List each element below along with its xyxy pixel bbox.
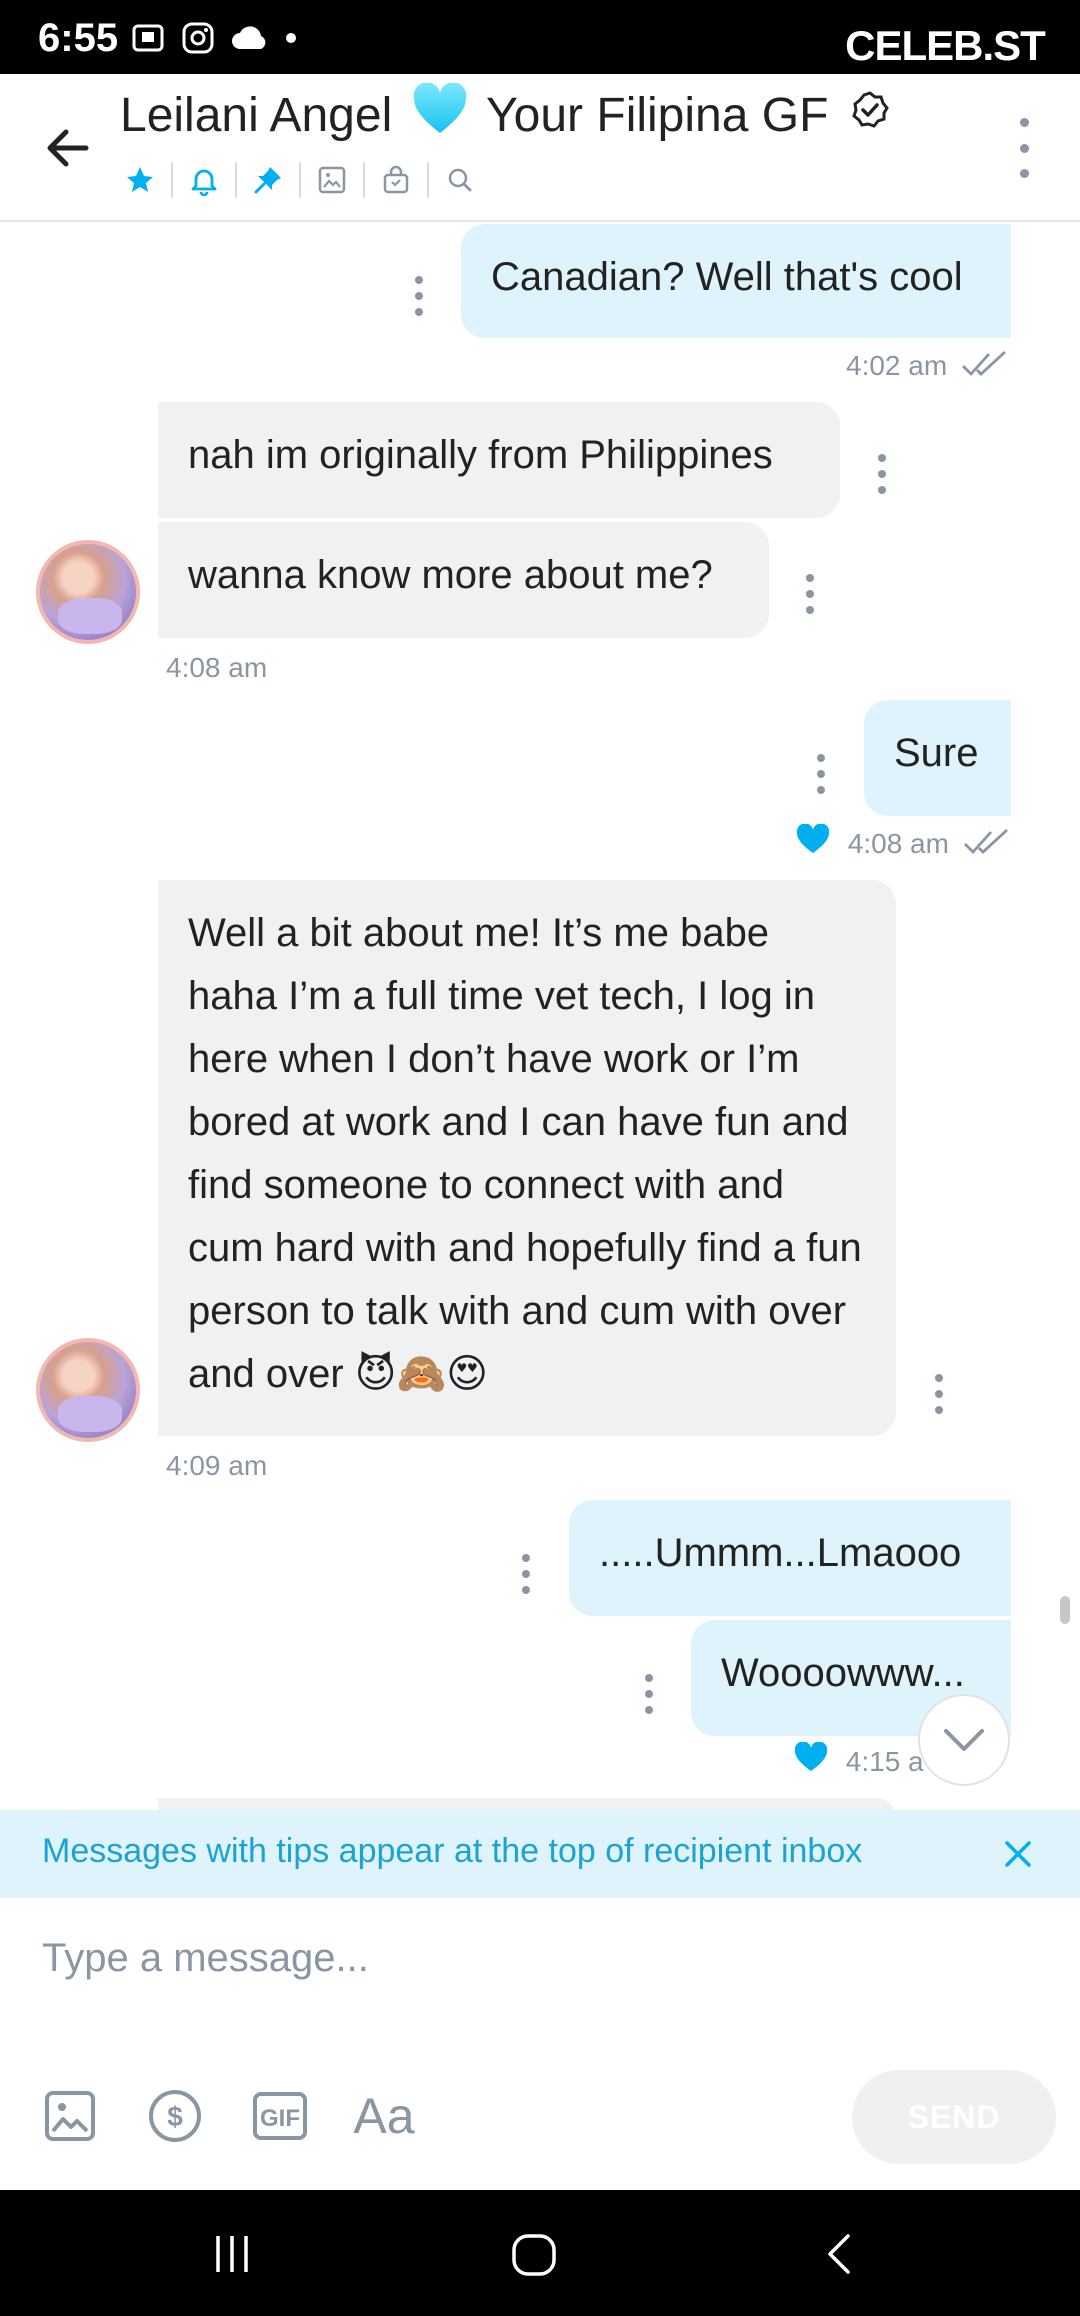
message-text: Canadian? Well that's cool [491,255,963,299]
gif-button[interactable]: GIF [248,2084,312,2148]
message-text: Sure [894,731,979,775]
instagram-icon [180,20,216,61]
system-nav-bar [0,2190,1080,2316]
outgoing-message[interactable]: Canadian? Well that's cool [461,224,1011,338]
svg-text:$: $ [167,2101,183,2132]
more-options-icon[interactable] [1014,118,1034,178]
message-options-icon[interactable] [519,1554,533,1594]
close-icon [1005,1841,1031,1867]
avatar[interactable] [36,540,140,644]
incoming-message[interactable]: wanna know more about me? [158,522,769,638]
heart-icon [796,823,830,861]
message-composer: $ GIF Aa SEND [0,1898,1080,2190]
message-timestamp: 4:02 am [846,350,1009,385]
message-text: .....Ummm...Lmaooo [599,1531,962,1575]
arrow-left-icon [47,129,89,167]
divider [427,162,429,198]
clock: 6:55 [38,16,119,60]
divider [235,162,237,198]
send-button[interactable]: SEND [852,2070,1056,2164]
message-timestamp: 4:08 am [166,652,267,684]
header-action-tabs [120,160,480,200]
message-timestamp: 4:15 a [794,1741,924,1779]
image-icon[interactable] [312,160,352,200]
message-input[interactable] [42,1928,1022,1988]
message-text: nah im originally from Philippines [188,433,773,477]
outgoing-message[interactable]: .....Ummm...Lmaooo [569,1500,1011,1616]
lock-bag-icon[interactable] [376,160,416,200]
pin-icon[interactable] [248,160,288,200]
message-options-icon[interactable] [642,1674,656,1714]
chat-header: Leilani Angel Your Filipina GF [0,74,1080,222]
heart-icon [794,1741,828,1779]
timestamp-text: 4:09 am [166,1450,268,1481]
divider [299,162,301,198]
star-icon[interactable] [120,160,160,200]
back-button[interactable] [40,120,100,176]
double-check-icon [963,828,1011,863]
double-check-icon [961,350,1009,385]
image-icon [45,2091,95,2141]
svg-text:GIF: GIF [260,2105,300,2132]
scroll-to-bottom-button[interactable] [918,1694,1010,1786]
verified-icon [850,87,890,142]
message-text: wanna know more about me? [188,553,713,597]
message-options-icon[interactable] [803,574,817,614]
timestamp-text: 4:02 am [846,350,948,381]
contact-name-text: Leilani Angel [120,89,393,142]
incoming-message[interactable]: Well a bit about me! It’s me babe haha I… [158,880,896,1436]
contact-name[interactable]: Leilani Angel Your Filipina GF [120,82,890,147]
bell-icon[interactable] [184,160,224,200]
contact-name-suffix: Your Filipina GF [486,89,829,142]
search-icon[interactable] [440,160,480,200]
recent-apps-icon[interactable] [210,2228,254,2280]
send-tip-button[interactable]: $ [143,2084,207,2148]
cloud-icon [230,23,270,58]
screenshot-icon [130,20,166,61]
status-icons [130,20,298,61]
light-blue-heart-icon [412,82,468,147]
incoming-message[interactable]: nah im originally from Philippines [158,402,840,518]
timestamp-text: 4:08 am [847,828,949,859]
message-options-icon[interactable] [814,754,828,794]
dot-icon [284,31,298,50]
divider [363,162,365,198]
outgoing-message[interactable]: Sure [864,700,1011,816]
timestamp-text: 4:15 a [845,1746,924,1777]
gif-icon: GIF [253,2092,307,2140]
message-options-icon[interactable] [875,454,889,494]
home-icon[interactable] [510,2228,558,2280]
avatar[interactable] [36,1338,140,1442]
message-list[interactable]: Canadian? Well that's cool 4:02 am nah i… [0,222,1080,1810]
close-banner-button[interactable] [998,1834,1038,1874]
incoming-message-partial[interactable] [158,1798,896,1810]
message-timestamp: 4:08 am [796,823,1011,863]
message-text: Well a bit about me! It’s me babe haha I… [188,911,862,1396]
attach-media-button[interactable] [38,2084,102,2148]
message-timestamp: 4:09 am [166,1450,267,1482]
tips-info-banner: Messages with tips appear at the top of … [0,1810,1080,1898]
timestamp-text: 4:08 am [166,652,268,683]
message-options-icon[interactable] [932,1374,946,1414]
message-text: Woooowww... [721,1651,965,1695]
text-format-button[interactable]: Aa [344,2084,424,2148]
dollar-icon: $ [149,2090,201,2142]
scrollbar-thumb[interactable] [1060,1596,1070,1624]
message-options-icon[interactable] [412,276,426,316]
divider [171,162,173,198]
back-nav-icon[interactable] [818,2228,858,2280]
tips-banner-text: Messages with tips appear at the top of … [42,1832,863,1870]
chevron-down-icon [944,1729,984,1751]
